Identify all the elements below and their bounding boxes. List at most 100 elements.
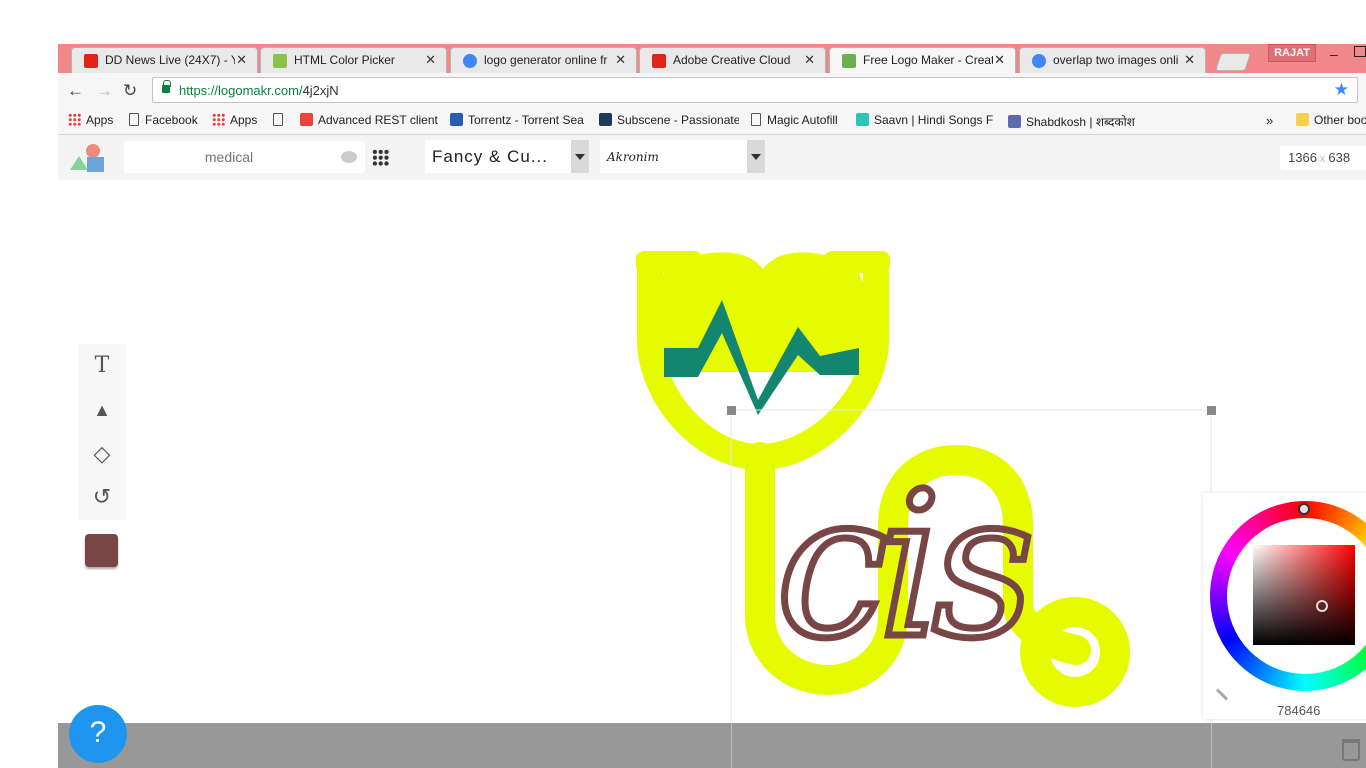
bookmark-star-icon[interactable]: ★	[1334, 80, 1349, 100]
address-bar[interactable]: https://logomakr.com/4j2xjN ★	[152, 77, 1358, 103]
bookmark-item[interactable]: Advanced REST client	[300, 113, 438, 127]
hex-value[interactable]: 784646	[1277, 703, 1320, 718]
category-dropdown[interactable]: Fancy & Cu...	[425, 140, 589, 173]
close-tab-icon[interactable]: ✕	[615, 52, 626, 68]
apps-icon	[212, 113, 225, 126]
page-icon	[129, 113, 139, 126]
shabdkosh-icon	[1008, 115, 1021, 128]
tab-title: DD News Live (24X7) - Y	[105, 53, 235, 67]
canvas-width[interactable]: 1366	[1288, 150, 1317, 165]
browser-tab[interactable]: HTML Color Picker ✕	[260, 47, 447, 73]
canvas-guide	[1211, 723, 1212, 768]
chat-bubble-icon[interactable]	[341, 151, 357, 163]
folder-icon	[1296, 113, 1309, 126]
close-tab-icon[interactable]: ✕	[425, 52, 436, 68]
other-bookmarks-folder[interactable]: Other boo	[1296, 113, 1366, 127]
bookmark-item[interactable]: Apps	[212, 113, 257, 127]
chevron-down-icon[interactable]	[571, 140, 589, 173]
rest-client-icon	[300, 113, 313, 126]
logo-text-glyphs[interactable]: cis	[773, 447, 1042, 687]
bookmark-label: Shabdkosh | शब्दकोश	[1026, 115, 1135, 129]
browser-tab[interactable]: DD News Live (24X7) - Y ✕	[71, 47, 258, 73]
shape-tool-icon[interactable]: ▲	[90, 398, 114, 422]
canvas-size-field[interactable]: 1366 x 638	[1280, 146, 1366, 170]
adobe-icon	[652, 54, 666, 68]
logo-canvas[interactable]: cis	[58, 135, 1366, 768]
minimize-icon[interactable]: –	[1330, 46, 1338, 62]
color-picker-panel: 784646	[1203, 493, 1366, 719]
logomakr-logo[interactable]	[68, 142, 106, 174]
hue-marker[interactable]	[1298, 503, 1310, 515]
url-text: https://logomakr.com/4j2xjN	[179, 83, 339, 98]
profile-button[interactable]: RAJAT	[1268, 44, 1316, 62]
browser-tab[interactable]: Adobe Creative Cloud ✕	[639, 47, 826, 73]
canvas-height[interactable]: 638	[1328, 150, 1350, 165]
bookmark-label: Facebook	[145, 113, 198, 127]
w3schools-icon	[273, 54, 287, 68]
font-dropdown[interactable]: Akronim	[600, 140, 765, 173]
resize-handle-top-left	[727, 406, 736, 415]
google-icon	[463, 54, 477, 68]
new-tab-button[interactable]	[1215, 53, 1251, 71]
bookmarks-overflow-chevron[interactable]: »	[1266, 113, 1273, 128]
subscene-icon	[599, 113, 612, 126]
tool-panel: T ▲ ◇ ↺	[78, 344, 126, 520]
saavn-icon	[856, 113, 869, 126]
bookmark-item[interactable]: Shabdkosh | शब्दकोश	[1008, 113, 1135, 130]
maximize-icon[interactable]	[1354, 46, 1366, 57]
help-button[interactable]: ?	[69, 705, 127, 763]
canvas-guide	[731, 723, 732, 768]
fill-tool-icon[interactable]: ◇	[90, 442, 114, 466]
color-marker[interactable]	[1316, 600, 1328, 612]
bookmark-label: Torrentz - Torrent Sea	[468, 113, 584, 127]
close-tab-icon[interactable]: ✕	[994, 52, 1005, 68]
close-tab-icon[interactable]: ✕	[236, 52, 247, 68]
apps-icon	[68, 113, 81, 126]
close-tab-icon[interactable]: ✕	[1184, 52, 1195, 68]
eyedropper-icon[interactable]	[1215, 688, 1229, 701]
browser-tab[interactable]: Free Logo Maker - Creat ✕	[829, 47, 1016, 73]
page-icon	[751, 113, 761, 126]
back-arrow-icon[interactable]: ←	[67, 81, 84, 101]
logo-text[interactable]: cis	[773, 447, 1042, 687]
bookmark-label: Apps	[230, 113, 258, 127]
category-dropdown-label: Fancy & Cu...	[432, 147, 548, 166]
saturation-value-square[interactable]	[1253, 545, 1355, 645]
font-dropdown-label: Akronim	[607, 150, 659, 164]
torrentz-icon	[450, 113, 463, 126]
resize-handle-top-right	[1207, 406, 1216, 415]
text-tool-icon[interactable]: T	[90, 354, 114, 378]
browser-chrome: DD News Live (24X7) - Y ✕ HTML Color Picke…	[58, 44, 1366, 135]
tab-title: HTML Color Picker	[294, 53, 395, 67]
trash-icon[interactable]	[1342, 739, 1360, 761]
chevron-down-icon[interactable]	[747, 140, 765, 173]
close-tab-icon[interactable]: ✕	[804, 52, 815, 68]
other-bookmarks-label: Other boo	[1314, 113, 1366, 127]
page-icon	[273, 113, 283, 126]
bookmark-label: Subscene - Passionate	[617, 113, 739, 127]
bookmark-label: Magic Autofill	[767, 113, 838, 127]
bookmark-item[interactable]: Apps	[68, 113, 113, 127]
search-input[interactable]	[124, 141, 334, 173]
bottom-bar	[58, 723, 1366, 768]
bookmark-item[interactable]: Magic Autofill	[751, 113, 838, 127]
browser-tab[interactable]: overlap two images onli ✕	[1019, 47, 1206, 73]
bookmark-label: Advanced REST client	[318, 113, 438, 127]
bookmarks-bar: Apps Facebook Apps Advanced REST client Torr…	[58, 107, 1366, 135]
bookmark-item[interactable]: Subscene - Passionate	[599, 113, 739, 127]
bookmark-label: Apps	[86, 113, 114, 127]
google-icon	[1032, 54, 1046, 68]
bookmark-item[interactable]: Torrentz - Torrent Sea	[450, 113, 584, 127]
browser-toolbar: ← → ↻ https://logomakr.com/4j2xjN ★	[58, 73, 1366, 107]
tab-title: logo generator online fr	[484, 53, 608, 67]
browser-tab[interactable]: logo generator online fr ✕	[450, 47, 637, 73]
bookmark-item[interactable]	[273, 113, 289, 127]
bookmark-item[interactable]: Facebook	[129, 113, 198, 127]
color-swatch[interactable]	[85, 534, 118, 567]
bookmark-item[interactable]: Saavn | Hindi Songs F	[856, 113, 993, 127]
forward-arrow-icon[interactable]: →	[96, 81, 113, 101]
search-box[interactable]	[124, 141, 365, 173]
history-tool-icon[interactable]: ↺	[90, 485, 114, 509]
reload-icon[interactable]: ↻	[123, 81, 137, 101]
grid-icon[interactable]	[372, 149, 389, 166]
